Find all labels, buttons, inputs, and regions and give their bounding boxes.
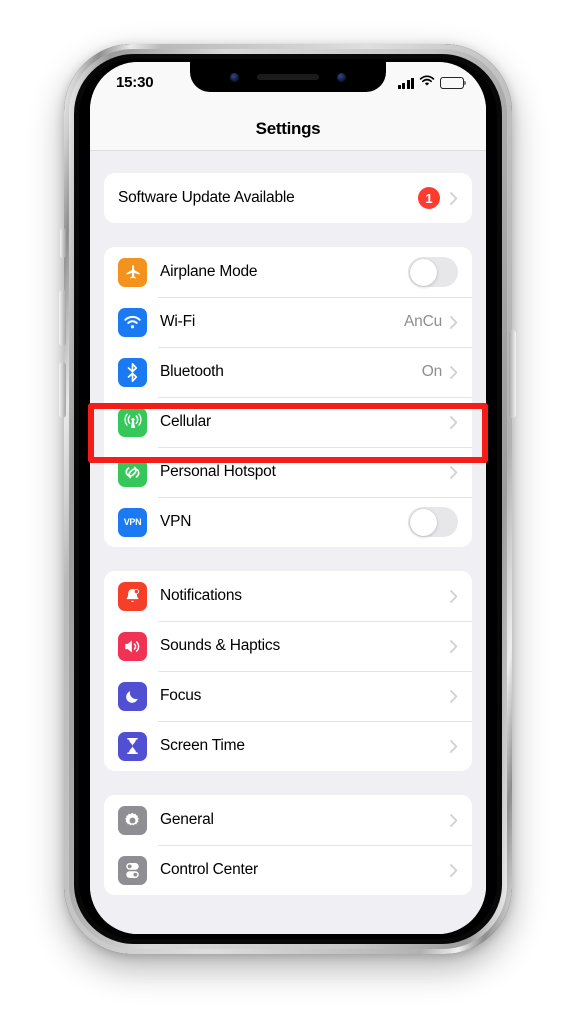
status-bar-time: 15:30 (116, 74, 154, 91)
face-id-sensor-icon (230, 72, 239, 82)
hotspot-link-icon (118, 457, 147, 487)
settings-row-label: Wi-Fi (160, 313, 196, 330)
settings-row-cellular[interactable]: Cellular (104, 397, 472, 447)
gear-icon (118, 805, 147, 835)
battery-icon (440, 77, 467, 89)
settings-row-wifi[interactable]: Wi-Fi AnCu (104, 297, 472, 347)
chevron-right-icon (450, 191, 458, 205)
settings-row-label: Focus (160, 687, 202, 704)
control-center-icon (118, 855, 147, 885)
vpn-icon: VPN (118, 507, 147, 537)
settings-row-general[interactable]: General (104, 795, 472, 845)
wifi-network-value: AnCu (404, 313, 442, 330)
chevron-right-icon (450, 813, 458, 827)
earpiece-speaker-icon (257, 74, 319, 80)
settings-row-bluetooth[interactable]: Bluetooth On (104, 347, 472, 397)
update-badge: 1 (418, 187, 440, 209)
settings-row-label: Software Update Available (118, 189, 295, 206)
wifi-icon (419, 74, 435, 92)
settings-row-screen-time[interactable]: Screen Time (104, 721, 472, 771)
settings-row-software-update[interactable]: Software Update Available 1 (104, 173, 472, 223)
settings-row-label: Sounds & Haptics (160, 637, 281, 654)
chevron-right-icon (450, 315, 458, 329)
front-camera-icon (337, 72, 346, 82)
bluetooth-icon (118, 357, 147, 387)
volume-down-button[interactable] (59, 362, 66, 418)
settings-group-update: Software Update Available 1 (104, 173, 472, 223)
chevron-right-icon (450, 863, 458, 877)
settings-row-label: VPN (160, 513, 192, 530)
settings-row-control-center[interactable]: Control Center (104, 845, 472, 895)
side-power-button[interactable] (509, 330, 516, 418)
airplane-icon (118, 257, 147, 287)
page-title: Settings (255, 119, 321, 138)
settings-group-system: General Control Center (104, 795, 472, 895)
chevron-right-icon (450, 415, 458, 429)
settings-group-alerts: Notifications Sounds & Haptics Focus Scr… (104, 571, 472, 771)
settings-row-label: Airplane Mode (160, 263, 258, 280)
toggle-knob (409, 258, 437, 286)
chevron-right-icon (450, 739, 458, 753)
chevron-right-icon (450, 365, 458, 379)
settings-row-notifications[interactable]: Notifications (104, 571, 472, 621)
wifi-icon (118, 307, 147, 337)
navigation-bar: Settings (90, 108, 486, 151)
chevron-right-icon (450, 465, 458, 479)
settings-row-label: General (160, 811, 214, 828)
settings-row-label: Cellular (160, 413, 211, 430)
settings-row-vpn[interactable]: VPN VPN (104, 497, 472, 547)
settings-row-sounds-haptics[interactable]: Sounds & Haptics (104, 621, 472, 671)
cellular-signal-icon (397, 77, 414, 89)
speaker-waves-icon (118, 631, 147, 661)
settings-row-focus[interactable]: Focus (104, 671, 472, 721)
phone-screen: 15:30 Settings Software Update Available… (90, 62, 486, 934)
settings-row-label: Screen Time (160, 737, 245, 754)
settings-row-label: Control Center (160, 861, 258, 878)
bluetooth-state-value: On (421, 363, 442, 380)
settings-row-airplane-mode[interactable]: Airplane Mode (104, 247, 472, 297)
settings-row-personal-hotspot[interactable]: Personal Hotspot (104, 447, 472, 497)
vpn-toggle[interactable] (408, 507, 458, 537)
settings-row-label: Bluetooth (160, 363, 224, 380)
settings-group-connectivity: Airplane Mode Wi-Fi AnCu Bluetooth On Ce… (104, 247, 472, 547)
hourglass-icon (118, 731, 147, 761)
airplane-mode-toggle[interactable] (408, 257, 458, 287)
chevron-right-icon (450, 689, 458, 703)
chevron-right-icon (450, 639, 458, 653)
bell-icon (118, 581, 147, 611)
status-bar-indicators (397, 74, 467, 92)
volume-up-button[interactable] (59, 290, 66, 346)
settings-row-label: Notifications (160, 587, 242, 604)
toggle-knob (409, 508, 437, 536)
settings-list[interactable]: Software Update Available 1 Airplane Mod… (90, 151, 486, 934)
screenshot-canvas: 15:30 Settings Software Update Available… (0, 0, 576, 1024)
chevron-right-icon (450, 589, 458, 603)
ringer-switch[interactable] (60, 228, 66, 258)
moon-icon (118, 681, 147, 711)
notch (190, 62, 386, 92)
settings-row-label: Personal Hotspot (160, 463, 276, 480)
cellular-antenna-icon (118, 407, 147, 437)
